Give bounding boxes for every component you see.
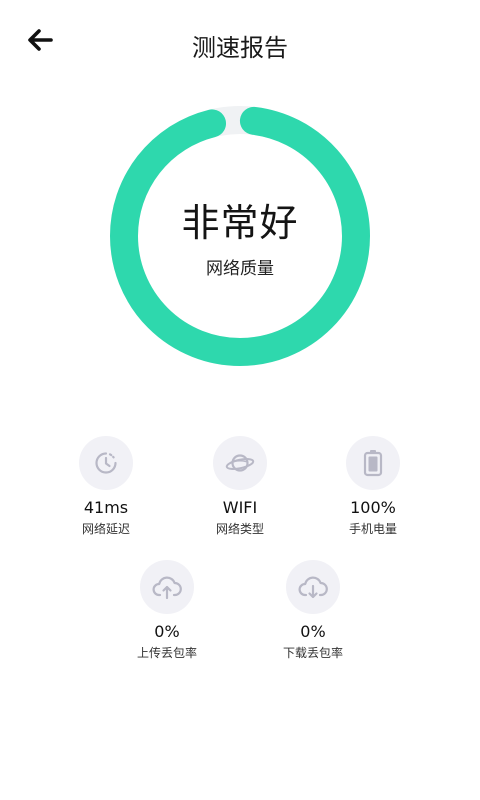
quality-label: 网络质量 [206,259,274,279]
page-title: 测速报告 [192,34,288,62]
stat-icon-circle [140,560,194,614]
download-loss-value: 0% [300,622,326,641]
network-quality-gauge: 非常好 网络质量 [100,96,380,376]
upload-loss-value: 0% [154,622,180,641]
clock-icon [95,452,117,474]
download-loss-label: 下载丢包率 [282,646,343,660]
quality-status: 非常好 [181,201,299,245]
battery-icon [363,450,383,477]
upload-loss-label: 上传丢包率 [136,646,197,660]
stat-icon-circle [346,436,400,490]
cloud-download-icon [298,576,328,599]
battery-label: 手机电量 [348,522,397,536]
latency-label: 网络延迟 [81,522,130,536]
speed-test-report-screen: 测速报告 非常好 网络质量 41ms 网络延迟 WIFI 网络类型 100% 手… [0,0,480,800]
stat-icon-circle [213,436,267,490]
stat-download-loss: 0% 下载丢包率 [248,560,378,661]
network-type-value: WIFI [222,498,258,517]
network-type-label: 网络类型 [215,522,264,536]
latency-value: 41ms [83,498,129,517]
stat-icon-circle [79,436,133,490]
planet-icon [225,454,255,472]
stat-icon-circle [286,560,340,614]
header: 测速报告 [0,0,480,90]
stat-latency: 41ms 网络延迟 [41,436,171,537]
battery-value: 100% [350,498,396,517]
stat-battery: 100% 手机电量 [308,436,438,537]
cloud-upload-icon [152,576,182,600]
gauge-center: 非常好 网络质量 [100,200,380,279]
stat-upload-loss: 0% 上传丢包率 [102,560,232,661]
stat-network-type: WIFI 网络类型 [175,436,305,537]
